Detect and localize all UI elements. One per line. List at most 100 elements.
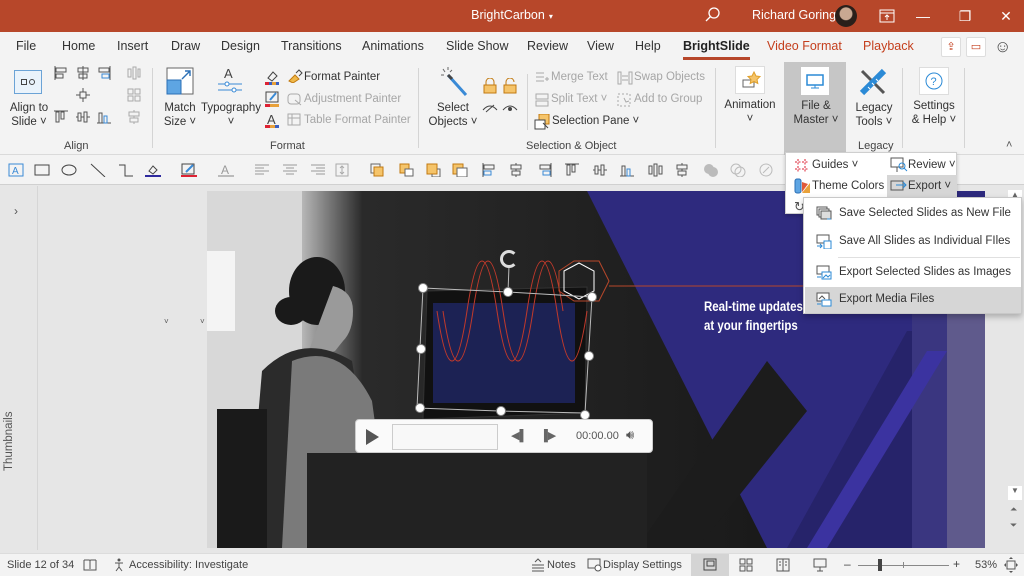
menu-item-export-media-files[interactable]: Export Media Files (805, 287, 1021, 313)
align-right-icon[interactable] (97, 66, 111, 80)
zoom-in-button[interactable]: + (953, 557, 960, 571)
tb-align-left-icon[interactable] (482, 163, 498, 177)
tab-brightslide[interactable]: BrightSlide (683, 39, 750, 60)
zoom-out-button[interactable]: – (844, 557, 851, 571)
resize-handle[interactable] (418, 283, 428, 293)
align-top-icon[interactable] (54, 110, 68, 124)
send-to-back-icon[interactable] (452, 163, 468, 177)
normal-view-button[interactable] (691, 554, 729, 576)
shape-fill-dropdown-icon[interactable]: ˅ (164, 317, 169, 326)
resize-handle[interactable] (503, 287, 513, 297)
share-icon[interactable]: ⇪ (941, 37, 961, 57)
guides-button[interactable]: Guides ˅ (812, 159, 858, 171)
next-slide-icon[interactable]: ⏷ (1010, 520, 1017, 531)
tb-distribute-horizontal-icon[interactable] (648, 163, 664, 177)
split-text-button[interactable]: Split Text ˅ (551, 93, 607, 105)
slide-counter[interactable]: Slide 12 of 34 (7, 559, 74, 571)
select-objects-button[interactable]: Select Objects ˅ (426, 101, 480, 129)
tab-review[interactable]: Review (527, 39, 568, 53)
legacy-tools-button[interactable]: Legacy Tools ˅ (852, 101, 896, 129)
display-settings-button[interactable]: Display Settings (603, 559, 682, 571)
send-backward-icon[interactable] (399, 163, 415, 177)
step-forward-icon[interactable]: ▐▶ (540, 429, 556, 442)
tab-draw[interactable]: Draw (171, 39, 200, 53)
lock-icon[interactable] (483, 78, 497, 94)
thumbnails-label[interactable]: Thumbnails (3, 412, 15, 471)
line-icon[interactable] (90, 163, 106, 177)
slide-show-icon[interactable] (813, 558, 827, 572)
bring-to-front-icon[interactable] (426, 163, 442, 177)
file-master-button[interactable]: File & Master ˅ (788, 99, 844, 127)
line-painter-icon[interactable] (264, 91, 280, 107)
swap-objects-button[interactable]: Swap Objects (634, 71, 705, 83)
tb-align-right-icon[interactable] (537, 163, 553, 177)
title-dropdown-icon[interactable]: ▾ (549, 12, 553, 21)
oval-icon[interactable] (61, 163, 77, 177)
tb-align-center-icon[interactable] (509, 163, 525, 177)
align-left-icon[interactable] (54, 66, 68, 80)
notes-button[interactable]: Notes (547, 559, 576, 571)
align-text-left-icon[interactable] (254, 163, 270, 177)
text-box-icon[interactable]: A (8, 163, 24, 177)
tab-slide-show[interactable]: Slide Show (446, 39, 509, 53)
tab-video-format[interactable]: Video Format (767, 39, 842, 53)
tb-align-bottom-icon[interactable] (620, 163, 636, 177)
expand-thumbnails-icon[interactable]: › (14, 204, 18, 218)
close-icon[interactable]: ✕ (996, 6, 1016, 26)
minimize-icon[interactable]: — (913, 6, 933, 26)
tb-align-top-icon[interactable] (565, 163, 581, 177)
accessibility-status[interactable]: Accessibility: Investigate (129, 559, 248, 571)
fit-to-window-icon[interactable] (1004, 557, 1018, 573)
merge-combine-icon[interactable] (730, 163, 746, 177)
distribute-horizontal-icon[interactable] (76, 110, 90, 124)
adjustment-painter-button[interactable]: Adjustment Painter (304, 93, 401, 105)
rectangle-icon[interactable] (34, 163, 50, 177)
align-text-center-icon[interactable] (282, 163, 298, 177)
tab-view[interactable]: View (587, 39, 614, 53)
font-color-icon[interactable]: A (218, 163, 234, 177)
merge-text-button[interactable]: Merge Text (551, 71, 608, 83)
shape-outline-icon[interactable] (181, 163, 197, 177)
rotate-handle-icon[interactable] (500, 250, 518, 268)
theme-colors-button[interactable]: Theme Colors (812, 180, 884, 192)
settings-help-button[interactable]: Settings & Help ˅ (906, 99, 962, 127)
resize-handle[interactable] (416, 344, 426, 354)
zoom-slider-thumb[interactable] (877, 559, 882, 571)
restore-icon[interactable]: ❐ (955, 6, 975, 26)
stack-icon[interactable] (127, 110, 141, 124)
tab-help[interactable]: Help (635, 39, 661, 53)
selection-pane-button[interactable]: Selection Pane ˅ (552, 115, 639, 127)
align-center-icon[interactable] (76, 66, 90, 80)
tab-animations[interactable]: Animations (362, 39, 424, 53)
menu-item-save-selected-as-new-file[interactable]: Save Selected Slides as New File (805, 201, 1021, 227)
align-bottom-icon[interactable] (97, 110, 111, 124)
hide-icon[interactable] (482, 103, 498, 113)
shape-outline-dropdown-icon[interactable]: ˅ (200, 317, 205, 326)
fill-painter-icon[interactable] (264, 69, 280, 85)
align-to-slide-button[interactable]: Align to Slide ˅ (8, 101, 50, 129)
tb-align-middle-icon[interactable] (593, 163, 609, 177)
text-painter-icon[interactable]: A (264, 112, 280, 128)
merge-union-icon[interactable] (703, 163, 719, 177)
collapse-ribbon-icon[interactable]: ˄ (1006, 139, 1012, 151)
add-to-group-button[interactable]: Add to Group (634, 93, 702, 105)
tab-design[interactable]: Design (221, 39, 260, 53)
tab-file[interactable]: File (16, 39, 36, 53)
play-icon[interactable] (366, 429, 379, 445)
tab-insert[interactable]: Insert (117, 39, 148, 53)
menu-item-save-all-as-individual-files[interactable]: Save All Slides as Individual FIles (805, 229, 1021, 255)
tab-home[interactable]: Home (62, 39, 95, 53)
zoom-level[interactable]: 53% (975, 559, 997, 571)
shape-fill-icon[interactable] (145, 163, 161, 177)
resize-handle[interactable] (587, 292, 597, 302)
resize-handle[interactable] (415, 403, 425, 413)
table-format-painter-button[interactable]: Table Format Painter (304, 114, 411, 126)
feedback-smiley-icon[interactable]: ☺ (994, 37, 1014, 57)
align-text-right-icon[interactable] (310, 163, 326, 177)
volume-icon[interactable]: 🔊︎ (626, 427, 634, 443)
comments-icon[interactable]: ▭ (966, 37, 986, 57)
typography-button[interactable]: Typography ˅ (200, 101, 262, 129)
step-back-icon[interactable]: ◀▌ (511, 429, 527, 442)
animation-button[interactable]: Animation ˅ (722, 98, 778, 126)
elbow-connector-icon[interactable] (118, 163, 134, 177)
